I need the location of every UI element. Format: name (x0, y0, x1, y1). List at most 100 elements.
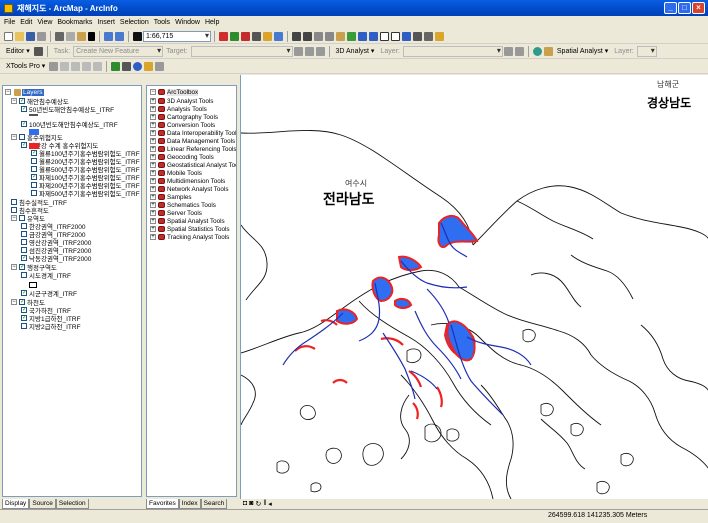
scroll-left-icon[interactable]: ◂ (268, 500, 272, 508)
expand-icon[interactable]: + (150, 218, 156, 224)
layer-visibility-checkbox[interactable]: ✓ (19, 98, 25, 104)
layer-visibility-checkbox[interactable]: ✓ (21, 307, 27, 313)
toolbox-item[interactable]: + Conversion Tools (150, 121, 215, 129)
print-icon[interactable] (37, 31, 46, 41)
expand-icon[interactable]: + (150, 226, 156, 232)
toolbox-item[interactable]: + Tracking Analyst Tools (150, 233, 229, 241)
add-data-icon[interactable] (133, 31, 142, 41)
xtools-table-icon[interactable] (49, 61, 59, 71)
layer-visibility-checkbox[interactable]: ✓ (31, 150, 37, 156)
layer-visibility-checkbox[interactable] (31, 158, 37, 164)
expand-icon[interactable]: + (150, 162, 156, 168)
expand-icon[interactable]: + (150, 146, 156, 152)
expand-icon[interactable]: + (150, 186, 156, 192)
layout-view-icon[interactable]: ◙ (249, 500, 253, 508)
forward-extent-icon[interactable] (369, 31, 378, 41)
toc-layer-row[interactable]: 시도경계_ITRF (21, 271, 71, 280)
xtools-info-icon[interactable] (133, 61, 143, 71)
collapse-icon[interactable]: − (11, 134, 17, 140)
layer-visibility-checkbox[interactable] (21, 272, 27, 278)
task-combo[interactable]: Create New Feature (73, 45, 164, 57)
layer-visibility-checkbox[interactable] (21, 223, 27, 229)
toolbox-item[interactable]: + Server Tools (150, 209, 202, 217)
refresh-icon[interactable]: ↻ (255, 500, 261, 508)
tab-display[interactable]: Display (2, 499, 30, 509)
layer-visibility-checkbox[interactable]: ✓ (21, 255, 27, 261)
toc-layer-row[interactable]: ✓ 50년빈도해안침수예상도_ITRF (21, 105, 114, 114)
new-document-icon[interactable] (4, 31, 13, 41)
expand-icon[interactable]: + (150, 114, 156, 120)
toolbox-item[interactable]: + Analysis Tools (150, 105, 207, 113)
open-folder-icon[interactable] (15, 31, 24, 41)
layer-visibility-checkbox[interactable] (19, 215, 25, 221)
cut-icon[interactable] (55, 31, 64, 41)
globe-icon[interactable] (532, 46, 542, 56)
layer-visibility-checkbox[interactable]: ✓ (19, 299, 25, 305)
layer-visibility-checkbox[interactable] (21, 231, 27, 237)
help-icon[interactable] (274, 31, 283, 41)
expand-icon[interactable]: + (150, 106, 156, 112)
target-combo[interactable] (190, 45, 293, 57)
expand-icon[interactable]: + (150, 194, 156, 200)
xtools-shape-icon[interactable] (82, 61, 92, 71)
layer-visibility-checkbox[interactable]: ✓ (21, 290, 27, 296)
back-extent-icon[interactable] (358, 31, 367, 41)
expand-icon[interactable]: + (150, 234, 156, 240)
layer-visibility-checkbox[interactable]: ✓ (21, 121, 27, 127)
xtools-measure-icon[interactable] (93, 61, 103, 71)
tab-favorites[interactable]: Favorites (146, 499, 179, 509)
undo-icon[interactable] (104, 31, 113, 41)
3d-profile-icon[interactable] (514, 46, 524, 56)
layer-visibility-checkbox[interactable] (21, 239, 27, 245)
pan-icon[interactable] (336, 31, 345, 41)
3d-tool-icon[interactable] (503, 46, 513, 56)
model-builder-icon[interactable] (263, 31, 272, 41)
redo-icon[interactable] (115, 31, 124, 41)
layer-visibility-checkbox[interactable] (19, 134, 25, 140)
expand-icon[interactable]: + (150, 202, 156, 208)
toolbox-item[interactable]: +3D Analyst Tools (150, 97, 213, 105)
layer-visibility-checkbox[interactable] (31, 182, 37, 188)
copy-icon[interactable] (66, 31, 75, 41)
collapse-icon[interactable]: − (11, 264, 17, 270)
toc-layer-row[interactable]: ✓ 100년빈도해안침수예상도_ITRF (21, 120, 118, 129)
collapse-icon[interactable]: − (150, 89, 156, 95)
tab-search[interactable]: Search (200, 499, 228, 509)
layer-visibility-checkbox[interactable] (21, 247, 27, 253)
fixed-zoom-in-icon[interactable] (314, 31, 323, 41)
toolbox-item[interactable]: + Spatial Statistics Tools (150, 225, 230, 233)
split-tool-icon[interactable] (293, 46, 303, 56)
expand-icon[interactable]: + (150, 178, 156, 184)
collapse-icon[interactable]: − (5, 89, 11, 95)
xtools-tool-icon[interactable] (144, 61, 154, 71)
expand-icon[interactable]: + (150, 154, 156, 160)
arctoolbox-icon[interactable] (241, 31, 250, 41)
xtools-settings-icon[interactable] (155, 61, 165, 71)
expand-icon[interactable]: + (150, 130, 156, 136)
toc-layer-row[interactable]: ✓ 시군구경계_ITRF (21, 289, 77, 298)
editor-menu[interactable]: Editor ▾ (6, 47, 30, 55)
data-view-icon[interactable]: ◘ (243, 500, 247, 508)
rotate-tool-icon[interactable] (304, 46, 314, 56)
select-features-icon[interactable] (380, 31, 389, 41)
3d-layer-combo[interactable] (402, 45, 503, 57)
arctoolbox-root[interactable]: − ArcToolbox (150, 88, 199, 96)
3d-analyst-menu[interactable]: 3D Analyst ▾ (336, 47, 375, 55)
maximize-button[interactable]: □ (678, 2, 691, 14)
toc-root-layers[interactable]: − Layers (5, 88, 44, 96)
toolbox-item[interactable]: + Samples (150, 193, 192, 201)
layer-visibility-checkbox[interactable] (31, 190, 37, 196)
delete-icon[interactable] (88, 31, 95, 41)
minimize-button[interactable]: _ (664, 2, 677, 14)
toc-layer-row[interactable]: 지방2급하천_ITRF (21, 322, 81, 331)
editor-toolbar-icon[interactable] (219, 31, 228, 41)
toolbox-item[interactable]: + Geostatistical Analyst Tools (150, 161, 236, 169)
layer-visibility-checkbox[interactable]: ✓ (19, 264, 25, 270)
toolbox-item[interactable]: + Mobile Tools (150, 169, 202, 177)
toolbox-item[interactable]: + Network Analyst Tools (150, 185, 228, 193)
fixed-zoom-out-icon[interactable] (325, 31, 334, 41)
close-button[interactable]: × (692, 2, 705, 14)
expand-icon[interactable]: + (150, 210, 156, 216)
save-icon[interactable] (26, 31, 35, 41)
pause-icon[interactable]: ‖ (263, 500, 266, 508)
